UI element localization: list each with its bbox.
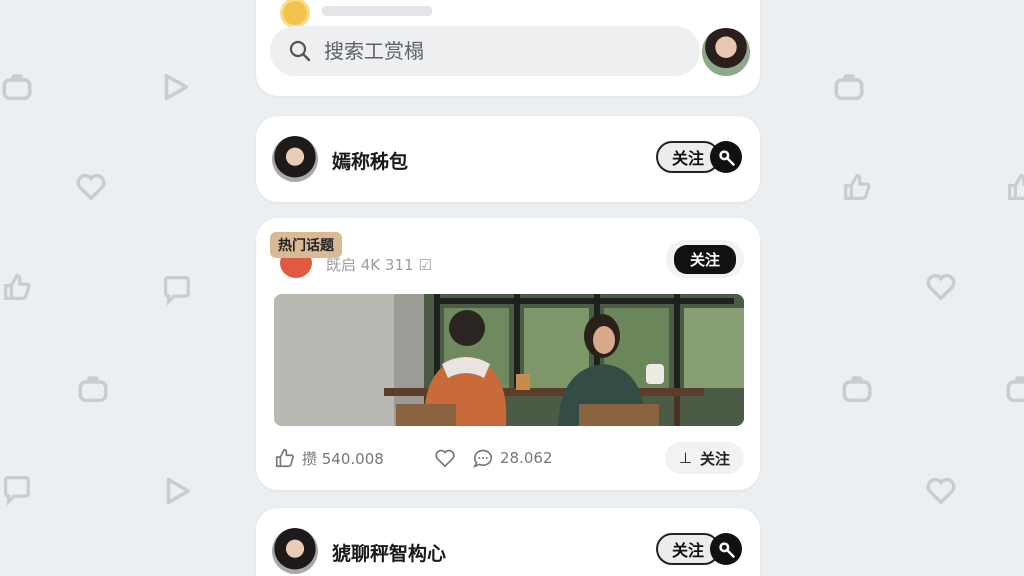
play-pattern-icon [160,474,194,508]
user-card[interactable]: 嫣称秭包 关注 [256,116,760,202]
heart-pattern-icon [924,474,958,508]
heart-icon [435,449,455,468]
lens-icon[interactable] [710,141,742,173]
thumb-pattern-icon [1004,170,1024,204]
post-follow-button[interactable]: 关注 [665,240,744,278]
thumb-pattern-icon [840,170,874,204]
profile-avatar[interactable] [700,26,752,78]
heart-pattern-icon [74,170,108,204]
search-bar[interactable] [270,26,700,76]
search-icon [289,40,311,62]
post-card[interactable]: 热门话题 既启 4K 311 ☑ 关注 攒 540.008 28.062 ⊥ 关… [256,218,760,490]
chat-pattern-icon [0,472,34,506]
camera-pattern-icon [1004,372,1024,406]
user-card[interactable]: 猇聊秤智构心 关注 [256,508,760,576]
faded-header-text [322,6,432,16]
pin-icon: ⊥ [678,449,692,467]
thumbs-up-icon [275,448,294,468]
feed: 嫣称秭包 关注 热门话题 既启 4K 311 ☑ 关注 [256,0,760,576]
camera-pattern-icon [0,70,34,104]
chat-pattern-icon [160,272,194,306]
play-pattern-icon [158,70,192,104]
search-input[interactable] [324,39,664,63]
like-button[interactable]: 攒 540.008 [274,447,434,469]
comment-count: 28.062 [500,449,553,467]
post-actions: 攒 540.008 28.062 ⊥ 关注 [274,440,744,476]
camera-pattern-icon [76,372,110,406]
camera-pattern-icon [840,372,874,406]
action-follow-label[interactable]: 关注 [700,448,730,469]
post-meta: 既启 4K 311 ☑ [326,256,432,274]
user-name[interactable]: 猇聊秤智构心 [332,539,446,566]
follow-button[interactable]: 关注 [655,530,742,568]
avatar[interactable] [272,528,318,574]
comment-icon [473,449,493,468]
search-card [256,0,760,96]
avatar[interactable] [272,136,318,182]
comment-button[interactable]: 28.062 [472,447,553,469]
badge-icon [280,0,310,28]
thumb-pattern-icon [0,270,34,304]
heart-pattern-icon [924,270,958,304]
action-follow-button[interactable]: ⊥ 关注 [664,442,744,474]
user-name[interactable]: 嫣称秭包 [332,147,408,174]
follow-button[interactable]: 关注 [655,138,742,176]
post-follow-label[interactable]: 关注 [673,244,736,274]
lens-icon[interactable] [710,533,742,565]
post-image[interactable] [274,294,744,426]
camera-pattern-icon [832,70,866,104]
favorite-button[interactable] [434,447,462,469]
like-count: 攒 540.008 [302,449,384,468]
